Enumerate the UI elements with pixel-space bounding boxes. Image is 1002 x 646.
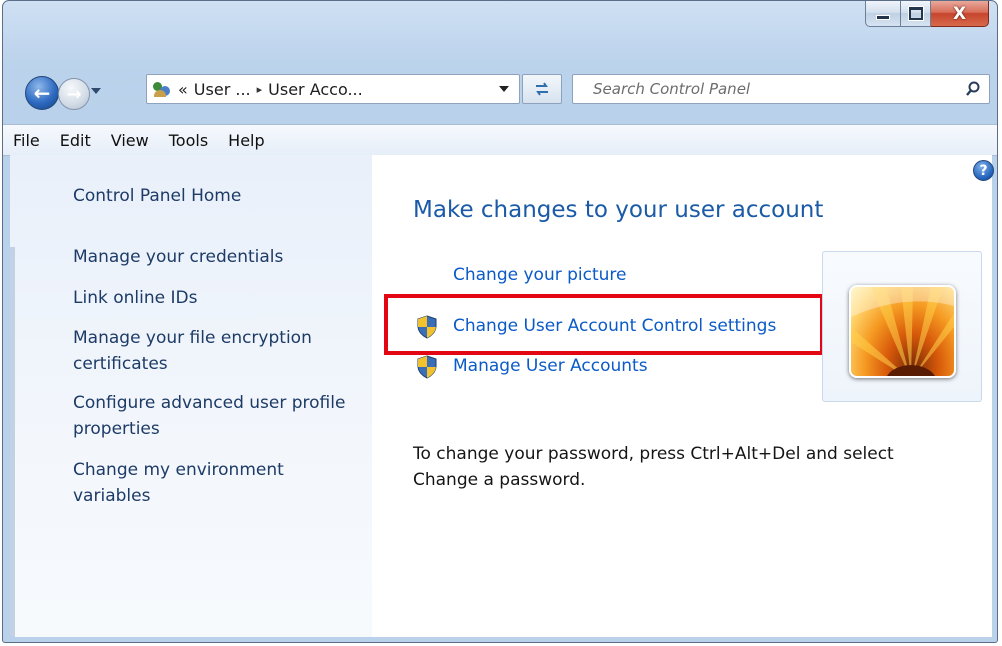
sidebar-item-environment-variables[interactable]: Change my environment variables xyxy=(73,457,353,509)
sidebar-item-link-online-ids[interactable]: Link online IDs xyxy=(73,285,353,311)
close-button[interactable]: X xyxy=(931,1,989,27)
change-picture-link[interactable]: Change your picture xyxy=(453,265,627,285)
forward-arrow-icon: → xyxy=(66,83,82,105)
menu-file[interactable]: File xyxy=(3,131,50,150)
content-area: Control Panel Home Manage your credentia… xyxy=(10,155,994,637)
recent-pages-dropdown[interactable] xyxy=(91,88,101,94)
window-frame: X ← → « User ... ▸ User Acco... Search C… xyxy=(2,0,998,643)
minimize-button[interactable] xyxy=(865,1,901,27)
search-icon[interactable] xyxy=(965,81,981,97)
breadcrumb-user[interactable]: User ... xyxy=(194,80,251,99)
task-sidebar: Control Panel Home Manage your credentia… xyxy=(10,155,372,637)
uac-shield-icon xyxy=(417,355,437,379)
sidebar-item-control-panel-home[interactable]: Control Panel Home xyxy=(73,183,353,209)
user-picture-frame[interactable] xyxy=(822,251,982,402)
menu-view[interactable]: View xyxy=(101,131,159,150)
password-instructions: To change your password, press Ctrl+Alt+… xyxy=(413,444,894,490)
refresh-button[interactable] xyxy=(522,74,562,104)
sidebar-item-manage-credentials[interactable]: Manage your credentials xyxy=(73,244,353,270)
menu-edit[interactable]: Edit xyxy=(50,131,101,150)
menu-bar: File Edit View Tools Help xyxy=(3,124,997,156)
breadcrumb-user-accounts[interactable]: User Acco... xyxy=(268,80,363,99)
help-icon[interactable]: ? xyxy=(973,160,994,181)
breadcrumb-overflow[interactable]: « xyxy=(178,80,188,99)
sidebar-item-file-encryption-certificates[interactable]: Manage your file encryption certificates xyxy=(73,325,353,377)
highlight-box xyxy=(384,294,824,355)
back-button[interactable]: ← xyxy=(25,76,59,110)
navigation-bar: ← → « User ... ▸ User Acco... xyxy=(3,61,997,113)
breadcrumb-separator-icon[interactable]: ▸ xyxy=(257,83,263,96)
user-picture[interactable] xyxy=(849,285,956,378)
menu-help[interactable]: Help xyxy=(218,131,274,150)
search-input[interactable] xyxy=(591,79,955,99)
back-arrow-icon: ← xyxy=(33,81,51,105)
breadcrumb: « User ... ▸ User Acco... xyxy=(178,80,499,99)
address-bar[interactable]: « User ... ▸ User Acco... xyxy=(146,74,520,104)
page-title: Make changes to your user account xyxy=(413,197,824,223)
menu-tools[interactable]: Tools xyxy=(159,131,218,150)
user-accounts-icon xyxy=(152,80,172,98)
search-box[interactable] xyxy=(572,74,990,104)
minimize-icon xyxy=(876,15,890,20)
close-icon: X xyxy=(952,3,967,24)
flower-image xyxy=(851,287,954,376)
manage-user-accounts-link[interactable]: Manage User Accounts xyxy=(453,356,648,376)
sidebar-edge xyxy=(10,247,15,637)
caption-buttons: X xyxy=(865,1,989,27)
maximize-icon xyxy=(908,7,923,20)
refresh-icon xyxy=(536,82,548,96)
address-dropdown-icon[interactable] xyxy=(499,86,509,92)
sidebar-item-advanced-profile-properties[interactable]: Configure advanced user profile properti… xyxy=(73,390,353,442)
maximize-button[interactable] xyxy=(901,1,931,27)
forward-button[interactable]: → xyxy=(58,78,90,110)
